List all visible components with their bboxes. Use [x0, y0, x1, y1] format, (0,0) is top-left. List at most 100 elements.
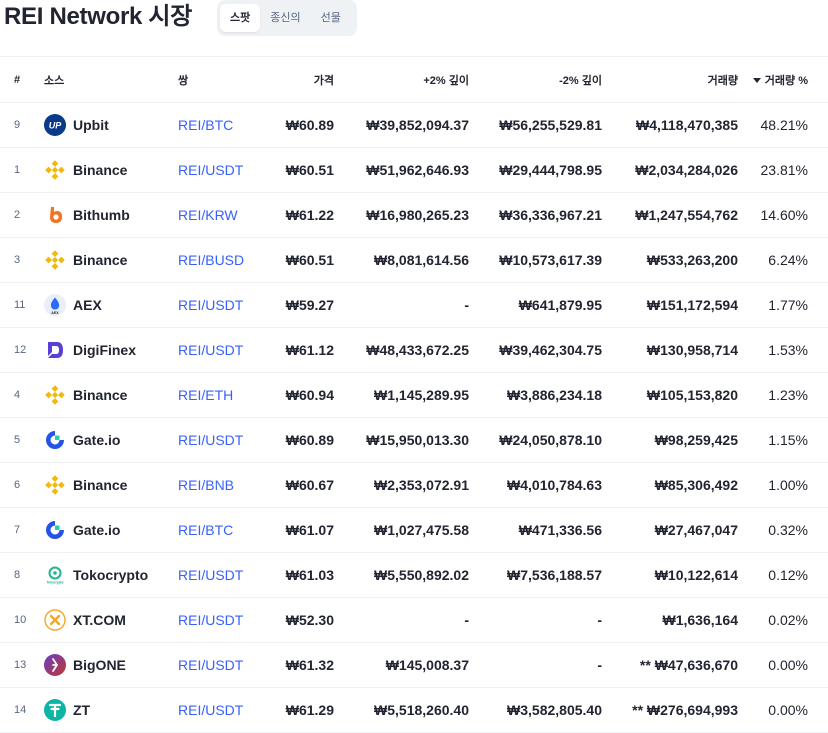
exchange-name[interactable]: Binance [73, 252, 127, 268]
table-row[interactable]: 8 Tokocrypto Tokocrypto REI/USDT ₩61.03 ₩5,55… [0, 552, 828, 598]
row-source[interactable]: Tokocrypto Tokocrypto [44, 552, 178, 598]
exchange-name[interactable]: Upbit [73, 117, 109, 133]
row-volume-pct: 0.12% [738, 552, 828, 598]
row-price: ₩60.89 [256, 102, 334, 148]
row-volume: ₩98,259,425 [602, 417, 738, 463]
xtcom-logo-icon [44, 609, 66, 631]
pair-link[interactable]: REI/BNB [178, 477, 234, 493]
table-row[interactable]: 7 Gate.io REI/BTC ₩61.07 ₩1,027,475.58 ₩471,3… [0, 507, 828, 553]
row-minus-depth: ₩36,336,967.21 [469, 192, 602, 238]
exchange-name[interactable]: Tokocrypto [73, 567, 148, 583]
exchange-name[interactable]: DigiFinex [73, 342, 136, 358]
row-minus-depth: - [469, 642, 602, 688]
row-rank: 4 [0, 372, 44, 418]
pair-link[interactable]: REI/USDT [178, 162, 243, 178]
pair-link[interactable]: REI/BTC [178, 117, 233, 133]
header-plus-depth[interactable]: +2% 깊이 [334, 56, 469, 103]
upbit-logo-icon: UP [44, 114, 66, 136]
row-minus-depth: ₩10,573,617.39 [469, 237, 602, 283]
row-volume-pct: 1.53% [738, 327, 828, 373]
row-volume-pct: 23.81% [738, 147, 828, 193]
header-source[interactable]: 소스 [44, 56, 178, 103]
pair-link[interactable]: REI/BTC [178, 522, 233, 538]
pair-link[interactable]: REI/BUSD [178, 252, 244, 268]
pair-link[interactable]: REI/USDT [178, 567, 243, 583]
table-row[interactable]: 1 Binance REI/USDT ₩60.51 ₩51,962,646.93 ₩29,… [0, 147, 828, 193]
row-source[interactable]: XT.COM [44, 597, 178, 643]
row-price: ₩61.29 [256, 687, 334, 733]
row-rank: 8 [0, 552, 44, 598]
row-minus-depth: ₩3,886,234.18 [469, 372, 602, 418]
header-minus-depth[interactable]: -2% 깊이 [469, 56, 602, 103]
exchange-name[interactable]: BigONE [73, 657, 126, 673]
exchange-name[interactable]: ZT [73, 702, 90, 718]
table-row[interactable]: 5 Gate.io REI/USDT ₩60.89 ₩15,950,013.30 ₩24,… [0, 417, 828, 463]
row-plus-depth: ₩39,852,094.37 [334, 102, 469, 148]
header-volume-pct[interactable]: 거래량 % [738, 56, 828, 103]
row-plus-depth: ₩5,518,260.40 [334, 687, 469, 733]
exchange-name[interactable]: Gate.io [73, 432, 120, 448]
row-rank: 12 [0, 327, 44, 373]
header-pair[interactable]: 쌍 [178, 56, 256, 103]
exchange-name[interactable]: AEX [73, 297, 102, 313]
exchange-name[interactable]: Bithumb [73, 207, 130, 223]
row-minus-depth: ₩29,444,798.95 [469, 147, 602, 193]
pair-link[interactable]: REI/KRW [178, 207, 238, 223]
exchange-name[interactable]: Binance [73, 162, 127, 178]
exchange-name[interactable]: Gate.io [73, 522, 120, 538]
svg-text:UP: UP [49, 121, 62, 131]
row-source[interactable]: Gate.io [44, 507, 178, 553]
pair-link[interactable]: REI/USDT [178, 297, 243, 313]
row-source[interactable]: Binance [44, 237, 178, 283]
exchange-name[interactable]: XT.COM [73, 612, 126, 628]
row-source[interactable]: AEX AEX [44, 282, 178, 328]
row-price: ₩61.03 [256, 552, 334, 598]
pair-link[interactable]: REI/USDT [178, 702, 243, 718]
row-volume-pct: 6.24% [738, 237, 828, 283]
table-row[interactable]: 14 ZT REI/USDT ₩61.29 ₩5,518,260.40 ₩3,582,80… [0, 687, 828, 733]
pair-link[interactable]: REI/USDT [178, 342, 243, 358]
row-plus-depth: ₩16,980,265.23 [334, 192, 469, 238]
row-source[interactable]: Bithumb [44, 192, 178, 238]
table-row[interactable]: 3 Binance REI/BUSD ₩60.51 ₩8,081,614.56 ₩10,5… [0, 237, 828, 283]
table-row[interactable]: 11 AEX AEX REI/USDT ₩59.27- ₩641,879.95 ₩151,1… [0, 282, 828, 328]
tab-perpetual[interactable]: 종신의 [260, 4, 310, 32]
table-row[interactable]: 12 DigiFinex REI/USDT ₩61.12 ₩48,433,672.25 ₩… [0, 327, 828, 373]
pair-link[interactable]: REI/USDT [178, 657, 243, 673]
table-row[interactable]: 6 Binance REI/BNB ₩60.67 ₩2,353,072.91 ₩4,010… [0, 462, 828, 508]
pair-link[interactable]: REI/ETH [178, 387, 233, 403]
header-rank[interactable]: # [0, 56, 44, 103]
row-source[interactable]: Binance [44, 147, 178, 193]
header-volume[interactable]: 거래량 [602, 56, 738, 103]
row-volume: ₩105,153,820 [602, 372, 738, 418]
row-source[interactable]: Gate.io [44, 417, 178, 463]
row-source[interactable]: BigONE [44, 642, 178, 688]
header-price[interactable]: 가격 [256, 56, 334, 103]
row-source[interactable]: UP Upbit [44, 102, 178, 148]
row-volume-pct: 0.00% [738, 687, 828, 733]
row-rank: 14 [0, 687, 44, 733]
table-row[interactable]: 13 BigONE REI/USDT ₩61.32 ₩145,008.37- ** ₩47… [0, 642, 828, 688]
pair-link[interactable]: REI/USDT [178, 612, 243, 628]
aex-logo-icon: AEX [44, 294, 66, 316]
row-source[interactable]: Binance [44, 372, 178, 418]
table-row[interactable]: 10 XT.COM REI/USDT ₩52.30- - ₩1,636,164 0.02% [0, 597, 828, 643]
svg-text:Tokocrypto: Tokocrypto [46, 581, 63, 585]
exchange-name[interactable]: Binance [73, 387, 127, 403]
binance-logo-icon [44, 249, 66, 271]
table-row[interactable]: 2 Bithumb REI/KRW ₩61.22 ₩16,980,265.23 ₩36,3… [0, 192, 828, 238]
row-volume: ₩151,172,594 [602, 282, 738, 328]
row-source[interactable]: Binance [44, 462, 178, 508]
row-rank: 9 [0, 102, 44, 148]
row-source[interactable]: DigiFinex [44, 327, 178, 373]
table-row[interactable]: 4 Binance REI/ETH ₩60.94 ₩1,145,289.95 ₩3,886… [0, 372, 828, 418]
row-source[interactable]: ZT [44, 687, 178, 733]
exchange-name[interactable]: Binance [73, 477, 127, 493]
row-price: ₩61.07 [256, 507, 334, 553]
row-volume-pct: 14.60% [738, 192, 828, 238]
row-volume-pct: 1.77% [738, 282, 828, 328]
table-row[interactable]: 9 UP Upbit REI/BTC ₩60.89 ₩39,852,094.37 ₩56,2… [0, 102, 828, 148]
tab-spot[interactable]: 스팟 [220, 4, 261, 32]
pair-link[interactable]: REI/USDT [178, 432, 243, 448]
tab-futures[interactable]: 선물 [311, 4, 351, 32]
